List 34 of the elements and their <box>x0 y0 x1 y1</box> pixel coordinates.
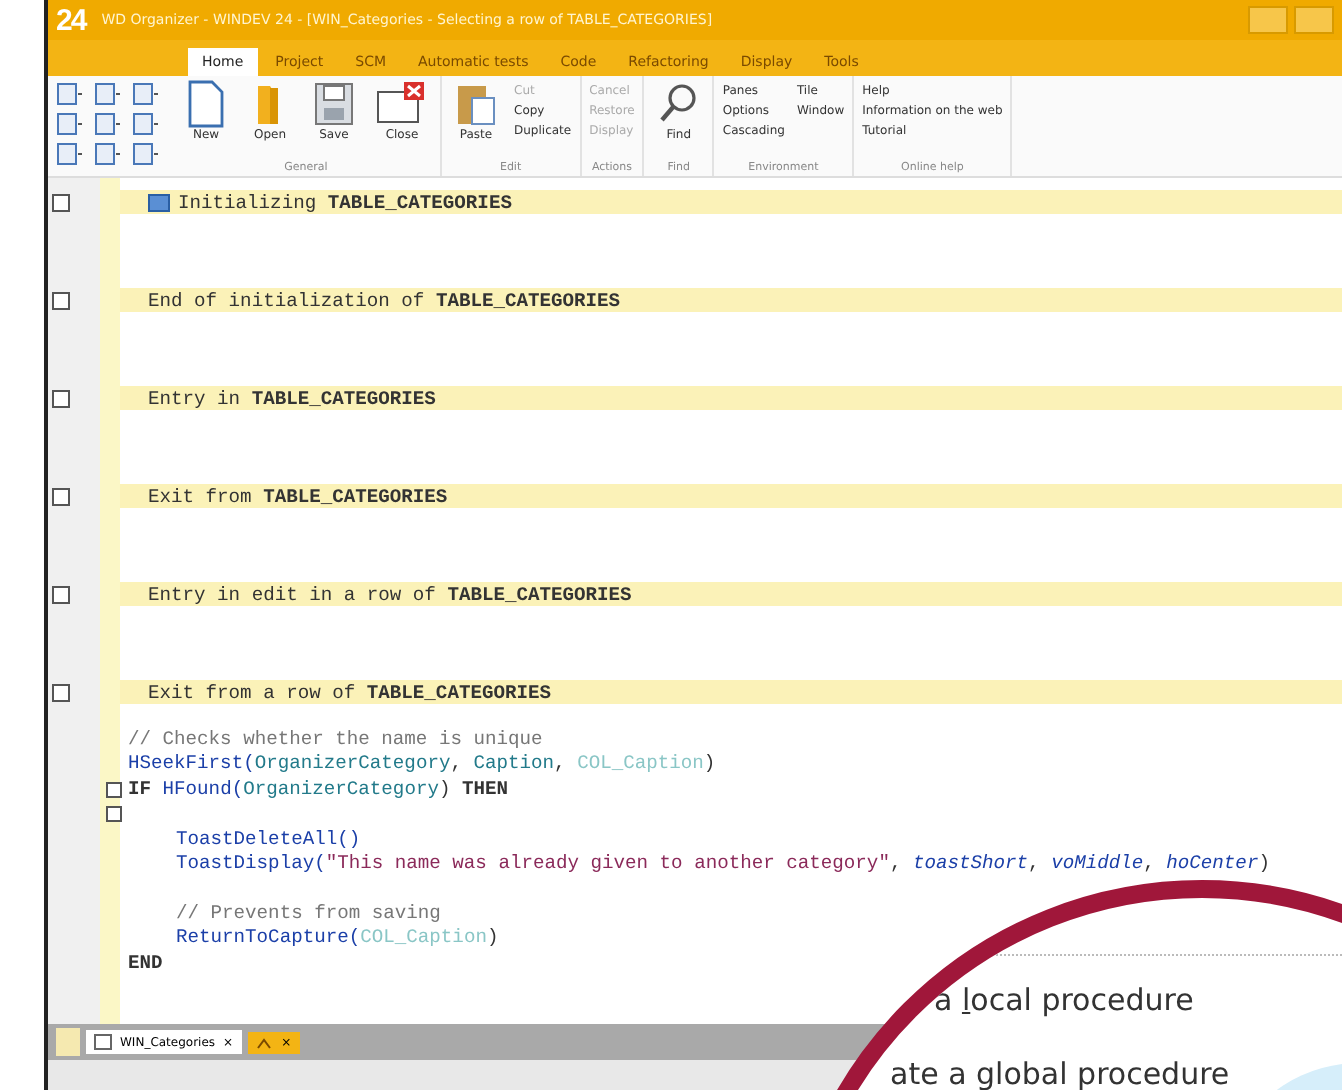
menu-option[interactable]: a local procedure <box>934 982 1194 1018</box>
toolbar-icon[interactable] <box>132 82 160 106</box>
collapse-icon[interactable] <box>52 390 70 408</box>
collapse-icon[interactable] <box>52 292 70 310</box>
code-line: ReturnToCapture(COL_Caption) <box>176 926 499 949</box>
collapse-icon[interactable] <box>52 586 70 604</box>
code-line: // Prevents from saving <box>176 901 441 924</box>
section-header: Entry in TABLE_CATEGORIES <box>120 386 1342 410</box>
toolbar-icon[interactable] <box>94 142 122 166</box>
code-line: ToastDisplay("This name was already given to another category", toastShort, voMiddle, hoCenter) <box>176 851 1270 874</box>
collapse-icon[interactable] <box>52 684 70 702</box>
toolbar-icon[interactable] <box>56 82 84 106</box>
code-line: HSeekFirst(OrganizerCategory, Caption, COL_Caption) <box>128 752 716 775</box>
code-line: END <box>128 951 163 974</box>
section-header: Initializing TABLE_CATEGORIES <box>120 190 1342 214</box>
code-line: // Checks whether the name is unique <box>128 728 543 750</box>
section-header: Exit from a row of TABLE_CATEGORIES <box>120 680 1342 704</box>
code-icon <box>255 1035 274 1049</box>
collapse-icon[interactable] <box>52 194 70 212</box>
toolbar-icon[interactable] <box>132 112 160 136</box>
section-header: Entry in edit in a row of TABLE_CATEGORIES <box>120 582 1342 606</box>
section-header: Exit from TABLE_CATEGORIES <box>120 484 1342 508</box>
collapse-icon[interactable] <box>52 488 70 506</box>
menu-option[interactable]: ate a global procedure <box>890 1056 1230 1090</box>
code-line: ToastDeleteAll() <box>176 827 361 850</box>
section-header: End of initialization of TABLE_CATEGORIES <box>120 288 1342 312</box>
app-logo: 24 <box>56 3 86 37</box>
toolbar-icon[interactable] <box>132 142 160 166</box>
toolbar-icon[interactable] <box>56 142 84 166</box>
table-icon <box>148 193 170 211</box>
toolbar-icon[interactable] <box>94 82 122 106</box>
toolbar-icon[interactable] <box>94 112 122 136</box>
toolbar-icon[interactable] <box>56 112 84 136</box>
code-line: IF HFound(OrganizerCategory) THEN <box>128 777 509 800</box>
